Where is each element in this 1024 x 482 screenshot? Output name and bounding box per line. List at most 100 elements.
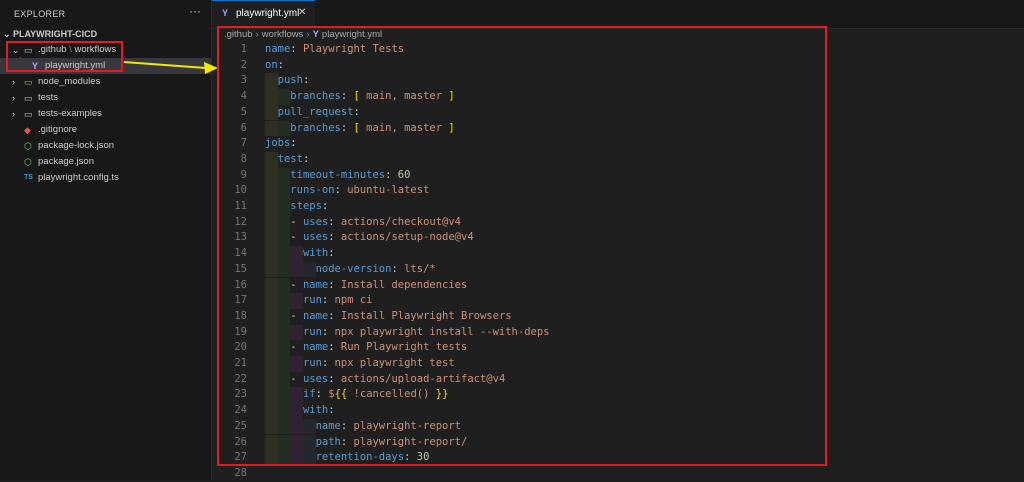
- code-text: with:: [302, 404, 335, 417]
- folder-icon: ▭: [24, 93, 33, 103]
- code-line: 11 steps:: [212, 199, 1024, 215]
- code-line: 19 run: npx playwright install --with-de…: [212, 324, 1024, 341]
- chevron-right-icon: ›: [12, 77, 15, 87]
- line-number: 18: [234, 309, 247, 322]
- tab-bar: Y playwright.yml ✕: [212, 0, 1024, 29]
- tree-item-package-lock[interactable]: ⬡ package-lock.json: [0, 138, 211, 154]
- tree-item-package-json[interactable]: ⬡ package.json: [0, 154, 211, 170]
- code-editor[interactable]: 1 name: Playwright Tests 2 on: 3 push: 4 bran…: [212, 42, 1024, 480]
- code-line: 14 with:: [212, 246, 1024, 262]
- code-line: 6 branches: [ main, master ]: [212, 120, 1024, 137]
- tree-item-gitignore[interactable]: ◆ .gitignore: [0, 122, 211, 138]
- line-number: 23: [234, 388, 247, 401]
- folder-icon: ▭: [24, 109, 33, 119]
- line-number: 13: [234, 231, 247, 244]
- code-text: - name: Install Playwright Browsers: [290, 309, 512, 322]
- chevron-right-icon: ›: [12, 109, 15, 119]
- workspace-root[interactable]: ⌄ PLAYWRIGHT-CICD: [0, 29, 211, 43]
- line-number: 4: [240, 90, 247, 103]
- line-number: 14: [234, 247, 247, 260]
- tree-item-label: tests: [38, 92, 59, 103]
- line-number: 3: [240, 74, 247, 87]
- line-number: 1: [240, 43, 247, 55]
- tree-item-node-modules[interactable]: › ▭ node_modules: [0, 74, 211, 90]
- tree-item-label: .github: [38, 44, 67, 55]
- line-number: 27: [234, 451, 247, 464]
- typescript-icon: TS: [24, 174, 33, 181]
- code-text: on:: [265, 58, 284, 71]
- chevron-down-icon: ⌄: [3, 29, 11, 39]
- line-number: 10: [234, 184, 247, 197]
- code-line: 20 - name: Run Playwright tests: [212, 340, 1024, 356]
- workspace-root-label: PLAYWRIGHT-CICD: [13, 29, 98, 39]
- line-number: 24: [234, 404, 247, 417]
- code-line: 17 run: npm ci: [212, 293, 1024, 309]
- tab-playwright-yml[interactable]: Y playwright.yml ✕: [212, 0, 315, 28]
- line-number: 20: [234, 341, 247, 354]
- tree-item-label: package-lock.json: [38, 140, 115, 151]
- breadcrumb: .github › workflows › Yplaywright.yml: [224, 29, 382, 42]
- code-text: run: npm ci: [302, 294, 373, 307]
- chevron-right-icon: ›: [306, 29, 310, 40]
- code-text: runs-on: ubuntu-latest: [290, 184, 430, 197]
- code-text: node-version: lts/*: [315, 262, 436, 275]
- tree-item-playwright-config[interactable]: TS playwright.config.ts: [0, 170, 211, 186]
- code-line: 25 name: playwright-report: [212, 418, 1024, 435]
- code-line: 9 timeout-minutes: 60: [212, 167, 1024, 184]
- tree-item-tests-examples[interactable]: › ▭ tests-examples: [0, 106, 211, 122]
- tab-label: playwright.yml: [236, 8, 300, 19]
- code-text: steps:: [290, 200, 329, 212]
- code-line: 10 runs-on: ubuntu-latest: [212, 183, 1024, 199]
- git-icon: ◆: [24, 125, 31, 135]
- tree-item-label: tests-examples: [38, 108, 102, 119]
- line-number: 22: [234, 372, 247, 385]
- yaml-file-icon: Y: [32, 61, 39, 71]
- code-text: - uses: actions/upload-artifact@v4: [290, 372, 506, 385]
- line-number: 2: [240, 58, 247, 71]
- code-text: pull_request:: [277, 105, 360, 118]
- tree-item-label: playwright.config.ts: [38, 172, 119, 183]
- breadcrumb-item[interactable]: workflows: [262, 29, 304, 40]
- tree-item-github-workflows[interactable]: ⌄ ▭ .github \ workflows: [0, 42, 211, 58]
- tree-item-tests[interactable]: › ▭ tests: [0, 90, 211, 106]
- code-line: 26 path: playwright-report/: [212, 434, 1024, 451]
- code-line: 1 name: Playwright Tests: [212, 42, 1024, 58]
- code-text: jobs:: [265, 137, 297, 150]
- more-actions-icon[interactable]: ···: [189, 4, 201, 18]
- tree-item-playwright-yml[interactable]: Y playwright.yml: [0, 58, 211, 74]
- tree-item-label: workflows: [74, 44, 117, 55]
- code-text: - uses: actions/setup-node@v4: [290, 231, 474, 244]
- tree-item-label: playwright.yml: [45, 60, 106, 71]
- code-line: 8 test:: [212, 151, 1024, 168]
- code-text: if: ${{ !cancelled() }}: [302, 388, 449, 401]
- breadcrumb-item[interactable]: playwright.yml: [322, 29, 382, 40]
- line-number: 25: [234, 419, 247, 432]
- breadcrumb-item[interactable]: .github: [224, 29, 253, 40]
- line-number: 19: [234, 325, 247, 338]
- code-line: 21 run: npx playwright test: [212, 356, 1024, 372]
- close-icon[interactable]: ✕: [298, 7, 306, 18]
- line-number: 26: [234, 435, 247, 448]
- folder-icon: ▭: [24, 45, 33, 55]
- code-text: - uses: actions/checkout@v4: [290, 215, 462, 228]
- code-text: path: playwright-report/: [315, 435, 468, 448]
- code-text: name: playwright-report: [315, 419, 461, 432]
- line-number: 9: [240, 168, 247, 181]
- code-text: branches: [ main, master ]: [290, 90, 455, 103]
- line-number: 12: [234, 215, 247, 228]
- line-number: 15: [234, 262, 247, 275]
- line-number: 8: [240, 152, 247, 165]
- npm-folder-icon: ▭: [24, 77, 33, 87]
- yaml-file-icon: Y: [312, 29, 319, 40]
- explorer-sidebar: EXPLORER ··· ⌄ PLAYWRIGHT-CICD ⌄ ▭ .gith…: [0, 0, 212, 480]
- code-text: timeout-minutes: 60: [290, 168, 411, 181]
- chevron-right-icon: ›: [12, 93, 15, 103]
- code-text: - name: Run Playwright tests: [290, 341, 468, 354]
- code-line: 15 node-version: lts/*: [212, 261, 1024, 278]
- code-text: - name: Install dependencies: [290, 278, 468, 291]
- code-text: push:: [277, 74, 310, 87]
- code-text: retention-days: 30: [315, 451, 430, 464]
- line-number: 11: [234, 200, 247, 212]
- code-line: 24 with:: [212, 403, 1024, 419]
- code-text: with:: [302, 247, 335, 260]
